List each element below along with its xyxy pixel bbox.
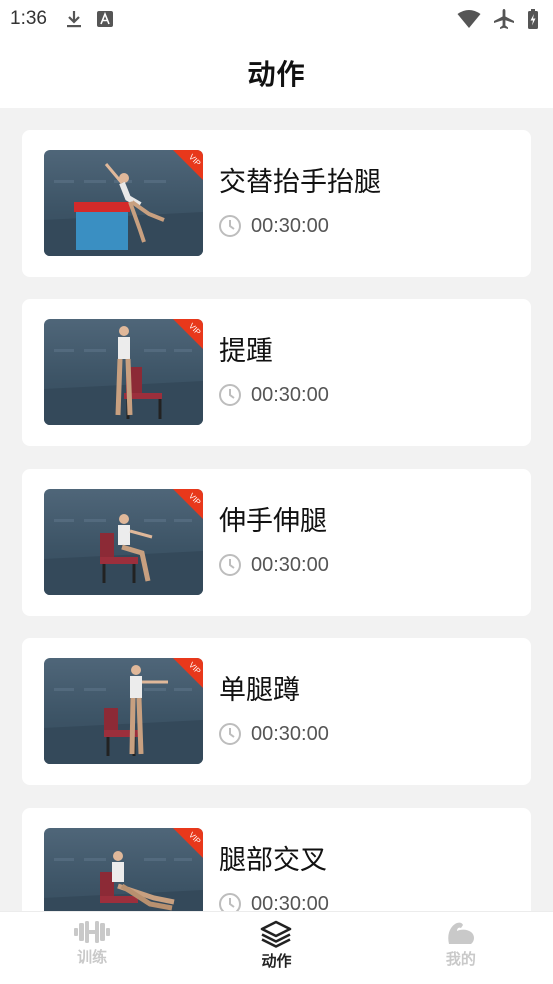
duration-text: 00:30:00 xyxy=(251,383,329,406)
exercise-card[interactable]: VIP 伸手伸腿 00:30:00 xyxy=(22,469,531,616)
nav-item-mine[interactable]: 我的 xyxy=(369,912,553,984)
layers-icon xyxy=(261,920,292,948)
exercise-thumbnail: VIP xyxy=(44,489,203,595)
exercise-thumbnail: VIP xyxy=(44,319,203,425)
duration-text: 00:30:00 xyxy=(251,553,329,576)
exercise-duration: 00:30:00 xyxy=(218,553,329,577)
exercise-title: 腿部交叉 xyxy=(219,845,327,876)
vip-badge: VIP xyxy=(173,828,203,858)
nav-label: 动作 xyxy=(261,952,292,970)
vip-badge: VIP xyxy=(173,150,203,180)
bottom-nav: 训练 动作 我的 xyxy=(0,911,553,984)
status-right-icons xyxy=(457,8,539,30)
vip-badge: VIP xyxy=(173,658,203,688)
exercise-duration: 00:30:00 xyxy=(218,722,329,746)
clock-icon xyxy=(219,893,241,911)
clock-icon xyxy=(219,554,241,576)
clock-icon xyxy=(219,215,241,237)
duration-text: 00:30:00 xyxy=(251,214,329,237)
page-title: 动作 xyxy=(247,58,306,91)
battery-icon xyxy=(528,9,538,29)
exercise-card[interactable]: VIP 腿部交叉 00:30:00 xyxy=(22,808,531,911)
exercise-thumbnail: VIP xyxy=(44,150,203,256)
clock-icon xyxy=(219,723,241,745)
app-a-icon xyxy=(96,11,113,27)
arm-muscle-icon xyxy=(448,922,474,944)
vip-badge: VIP xyxy=(173,489,203,519)
status-left-icons xyxy=(65,9,113,29)
wifi-icon xyxy=(457,10,481,28)
status-time: 1:36 xyxy=(10,8,47,29)
exercise-card[interactable]: VIP 提踵 00:30:00 xyxy=(22,299,531,446)
exercise-duration: 00:30:00 xyxy=(218,214,329,238)
nav-item-actions[interactable]: 动作 xyxy=(184,912,368,984)
duration-text: 00:30:00 xyxy=(251,722,329,745)
exercise-card[interactable]: VIP 单腿蹲 00:30:00 xyxy=(22,638,531,785)
vip-badge: VIP xyxy=(173,319,203,349)
exercise-duration: 00:30:00 xyxy=(218,892,329,911)
download-icon xyxy=(66,11,81,28)
exercise-title: 单腿蹲 xyxy=(219,675,300,706)
exercise-title: 伸手伸腿 xyxy=(219,506,327,537)
clock-icon xyxy=(219,384,241,406)
nav-item-training[interactable]: 训练 xyxy=(0,912,184,984)
status-bar: 1:36 xyxy=(0,0,553,38)
app-header: 动作 xyxy=(0,38,553,108)
exercise-title: 交替抬手抬腿 xyxy=(219,167,381,198)
dumbbell-icon xyxy=(74,921,111,943)
exercise-title: 提踵 xyxy=(219,336,273,367)
exercise-duration: 00:30:00 xyxy=(218,383,329,407)
exercise-list[interactable]: VIP 交替抬手抬腿 00:30:00 VIP 提踵 00:30:00 VIP … xyxy=(0,108,553,911)
exercise-thumbnail: VIP xyxy=(44,658,203,764)
app-screen: 1:36 动作 VIP 交替抬手抬腿 00:30:00 VIP 提踵 00:30… xyxy=(0,0,553,984)
duration-text: 00:30:00 xyxy=(251,892,329,912)
nav-label: 我的 xyxy=(445,950,476,968)
exercise-card[interactable]: VIP 交替抬手抬腿 00:30:00 xyxy=(22,130,531,277)
nav-label: 训练 xyxy=(77,948,108,966)
airplane-icon xyxy=(494,9,514,29)
exercise-thumbnail: VIP xyxy=(44,828,203,911)
